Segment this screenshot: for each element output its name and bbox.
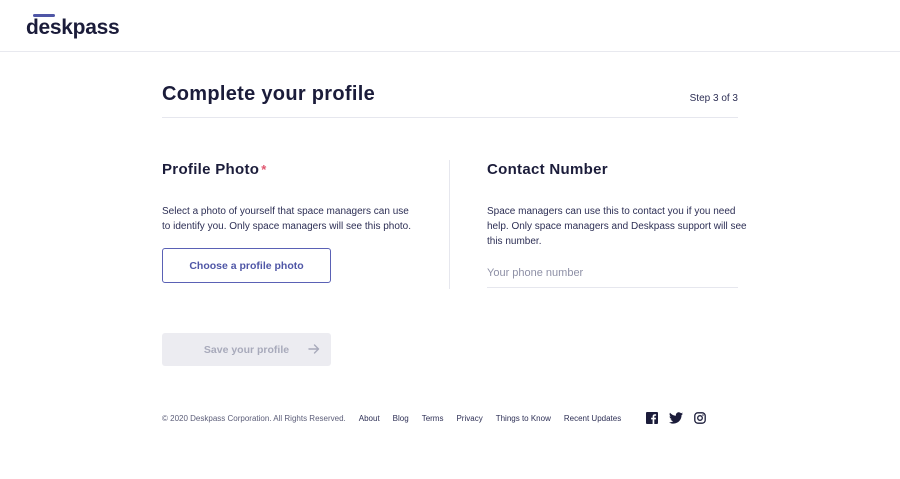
arrow-right-icon: [308, 344, 320, 354]
column-divider: [449, 160, 450, 289]
footer-link-blog[interactable]: Blog: [393, 414, 409, 423]
profile-photo-description: Select a photo of yourself that space ma…: [162, 204, 411, 234]
description-line: help. Only space managers and Deskpass s…: [487, 221, 747, 232]
step-indicator: Step 3 of 3: [689, 93, 738, 104]
footer-link-terms[interactable]: Terms: [422, 414, 444, 423]
contact-number-title: Contact Number: [487, 161, 608, 178]
title-divider: [162, 117, 738, 118]
top-bar: deskpass: [0, 0, 900, 52]
copyright-text: © 2020 Deskpass Corporation. All Rights …: [162, 413, 346, 423]
save-profile-button[interactable]: Save your profile: [162, 333, 331, 366]
contact-number-description: Space managers can use this to contact y…: [487, 204, 747, 249]
twitter-icon[interactable]: [669, 411, 683, 425]
description-line: Select a photo of yourself that space ma…: [162, 206, 409, 217]
description-line: to identify you. Only space managers wil…: [162, 221, 412, 232]
instagram-icon[interactable]: [693, 411, 707, 425]
save-profile-label: Save your profile: [203, 343, 290, 356]
footer-link-things-to-know[interactable]: Things to Know: [496, 414, 551, 423]
footer-link-privacy[interactable]: Privacy: [456, 414, 482, 423]
description-line: this number.: [487, 236, 542, 247]
phone-number-input[interactable]: [487, 258, 738, 288]
profile-photo-title: Profile Photo: [162, 161, 260, 178]
footer: © 2020 Deskpass Corporation. All Rights …: [162, 411, 634, 425]
profile-photo-heading: Profile Photo *: [162, 161, 267, 178]
deskpass-logo[interactable]: deskpass: [26, 16, 120, 40]
choose-profile-photo-button[interactable]: Choose a profile photo: [162, 248, 331, 283]
page-title: Complete your profile: [162, 83, 375, 105]
footer-link-about[interactable]: About: [359, 414, 380, 423]
footer-link-recent-updates[interactable]: Recent Updates: [564, 414, 621, 423]
facebook-icon[interactable]: [645, 411, 659, 425]
description-line: Space managers can use this to contact y…: [487, 206, 736, 217]
required-asterisk: *: [261, 162, 267, 177]
